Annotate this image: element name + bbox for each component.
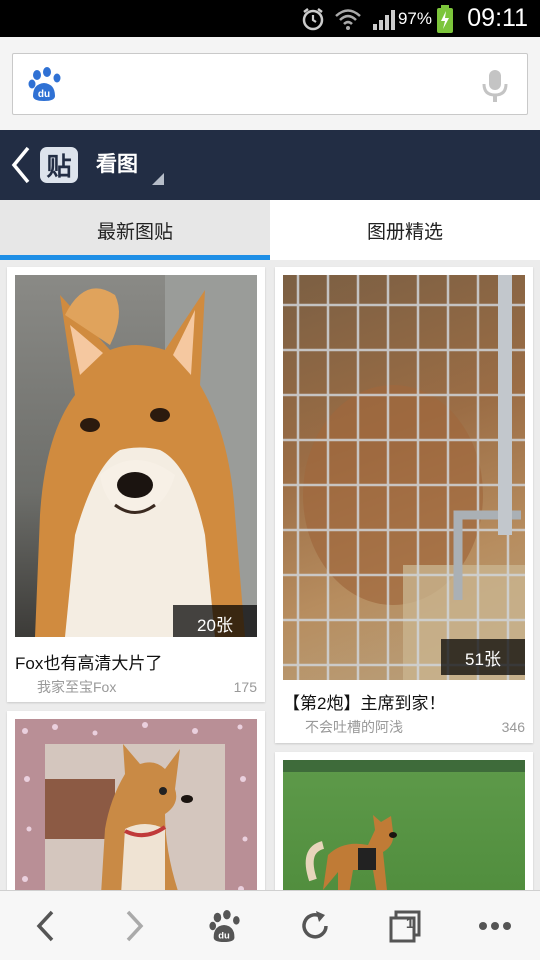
search-input[interactable]: [83, 64, 463, 104]
browser-bottom-bar: du 1: [0, 890, 540, 960]
dropdown-triangle-icon[interactable]: [150, 171, 166, 192]
tabs-icon[interactable]: 1: [360, 891, 450, 960]
status-bar: 97% 09:11: [0, 0, 540, 37]
post-photo[interactable]: [15, 719, 257, 911]
baidu-paw-icon: du: [27, 66, 63, 107]
post-card[interactable]: 51张 【第2炮】主席到家！ 不会吐槽的阿浅 346: [275, 267, 533, 743]
post-card[interactable]: [275, 752, 533, 912]
post-photo[interactable]: 51张: [283, 275, 525, 680]
tieba-logo[interactable]: 贴: [40, 147, 78, 183]
microphone-icon[interactable]: [481, 68, 509, 109]
page-title[interactable]: 看图: [96, 149, 138, 181]
alarm-icon: [300, 0, 326, 37]
active-tab-indicator: [0, 255, 270, 260]
search-box[interactable]: du: [12, 53, 528, 115]
tab-latest-posts[interactable]: 最新图贴: [0, 200, 270, 260]
signal-icon: [372, 0, 398, 37]
post-card[interactable]: [7, 711, 265, 911]
more-icon[interactable]: [450, 891, 540, 960]
battery-percent: 97%: [397, 8, 432, 28]
tab-bar: 最新图贴 图册精选: [0, 200, 540, 260]
post-author[interactable]: 不会吐槽的阿浅: [305, 717, 403, 737]
forward-icon[interactable]: [90, 891, 180, 960]
tab-album-picks[interactable]: 图册精选: [270, 200, 540, 260]
post-title[interactable]: Fox也有高清大片了: [15, 649, 162, 674]
tieba-logo-glyph: 贴: [46, 153, 72, 181]
svg-text:du: du: [38, 89, 50, 100]
clock: 09:11: [467, 4, 528, 32]
tieba-header: [0, 130, 540, 200]
reply-count: 175: [233, 679, 257, 695]
photo-count-badge: 51张: [441, 639, 525, 675]
refresh-icon[interactable]: [270, 891, 360, 960]
svg-text:du: du: [218, 930, 230, 941]
post-title[interactable]: 【第2炮】主席到家！: [283, 689, 445, 714]
photo-count-badge: 20张: [173, 605, 257, 637]
wifi-icon: [334, 0, 362, 37]
post-card[interactable]: 20张 Fox也有高清大片了 我家至宝Fox 175: [7, 267, 265, 702]
post-photo[interactable]: 20张: [15, 275, 257, 637]
back-chevron-icon[interactable]: [10, 146, 32, 189]
post-author[interactable]: 我家至宝Fox: [37, 677, 116, 697]
baidu-home-icon[interactable]: du: [180, 891, 270, 960]
tab-count: 1: [405, 915, 415, 932]
reply-count: 346: [501, 719, 525, 735]
back-icon[interactable]: [0, 891, 90, 960]
battery-charging-icon: [436, 0, 454, 37]
browser-search-bar: du: [0, 37, 540, 130]
